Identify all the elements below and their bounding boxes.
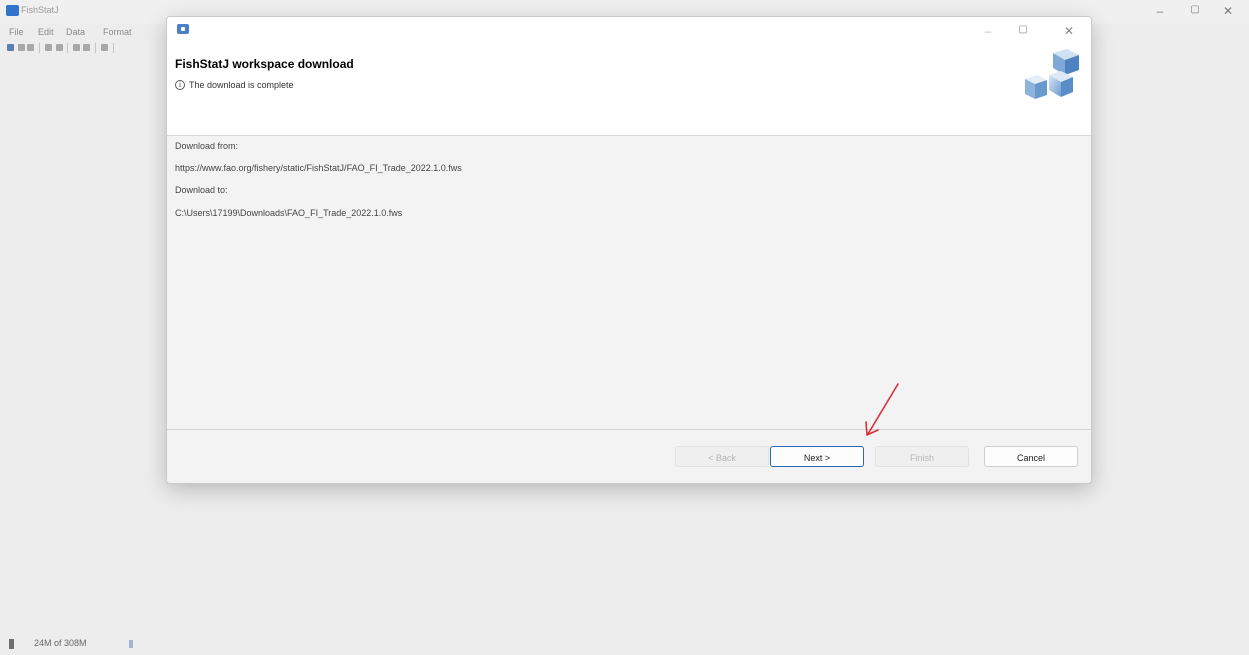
toolbar-open-icon[interactable] [18, 44, 25, 51]
close-icon[interactable]: ✕ [1218, 4, 1238, 18]
toolbar-save-icon[interactable] [27, 44, 34, 51]
annotation-arrow [865, 383, 899, 436]
menu-file[interactable]: File [9, 27, 24, 37]
toolbar-list-icon[interactable] [101, 44, 108, 51]
info-icon: i [175, 80, 185, 90]
menu-data[interactable]: Data [66, 27, 85, 37]
dialog-app-icon [177, 24, 189, 34]
restore-icon[interactable]: ▢ [1185, 4, 1205, 15]
dialog-header-banner: FishStatJ workspace download i The downl… [167, 47, 1091, 136]
next-button[interactable]: Next > [770, 446, 864, 467]
toolbar-separator [67, 43, 68, 53]
fishstatj-app-icon [6, 5, 19, 16]
status-message: The download is complete [189, 80, 294, 90]
toolbar-separator [113, 43, 114, 53]
cubes-icon [1025, 49, 1079, 99]
dialog-titlebar: – ▢ ✕ [167, 17, 1091, 47]
toolbar-grid-icon[interactable] [73, 44, 80, 51]
memory-indicator [9, 639, 14, 649]
dialog-minimize-icon[interactable]: – [979, 24, 997, 38]
download-to-label: Download to: [175, 185, 228, 195]
toolbar-separator [39, 43, 40, 53]
dialog-close-icon[interactable]: ✕ [1060, 24, 1078, 38]
toolbar-sort-icon[interactable] [45, 44, 52, 51]
toolbar-globe-icon[interactable] [7, 44, 14, 51]
back-button[interactable]: < Back [675, 446, 769, 467]
download-to-path: C:\Users\17199\Downloads\FAO_FI_Trade_20… [175, 208, 403, 218]
app-toolbar [7, 43, 162, 55]
garbage-collect-icon[interactable] [129, 640, 133, 648]
download-from-label: Download from: [175, 141, 239, 151]
menu-format[interactable]: Format [103, 27, 132, 37]
dialog-maximize-icon[interactable]: ▢ [1014, 24, 1032, 35]
cancel-button[interactable]: Cancel [984, 446, 1078, 467]
app-title: FishStatJ [21, 5, 59, 15]
toolbar-table-icon[interactable] [56, 44, 63, 51]
memory-usage: 24M of 308M [34, 638, 87, 648]
status-bar: 24M of 308M [0, 635, 1249, 655]
download-from-url: https://www.fao.org/fishery/static/FishS… [175, 163, 462, 173]
finish-button[interactable]: Finish [875, 446, 969, 467]
minimize-icon[interactable]: – [1150, 4, 1170, 18]
toolbar-filter-icon[interactable] [83, 44, 90, 51]
menu-edit[interactable]: Edit [38, 27, 54, 37]
dialog-title: FishStatJ workspace download [175, 57, 354, 71]
toolbar-separator [95, 43, 96, 53]
footer-divider [167, 429, 1091, 430]
workspace-download-dialog: – ▢ ✕ FishStatJ workspace download i The… [166, 16, 1092, 484]
